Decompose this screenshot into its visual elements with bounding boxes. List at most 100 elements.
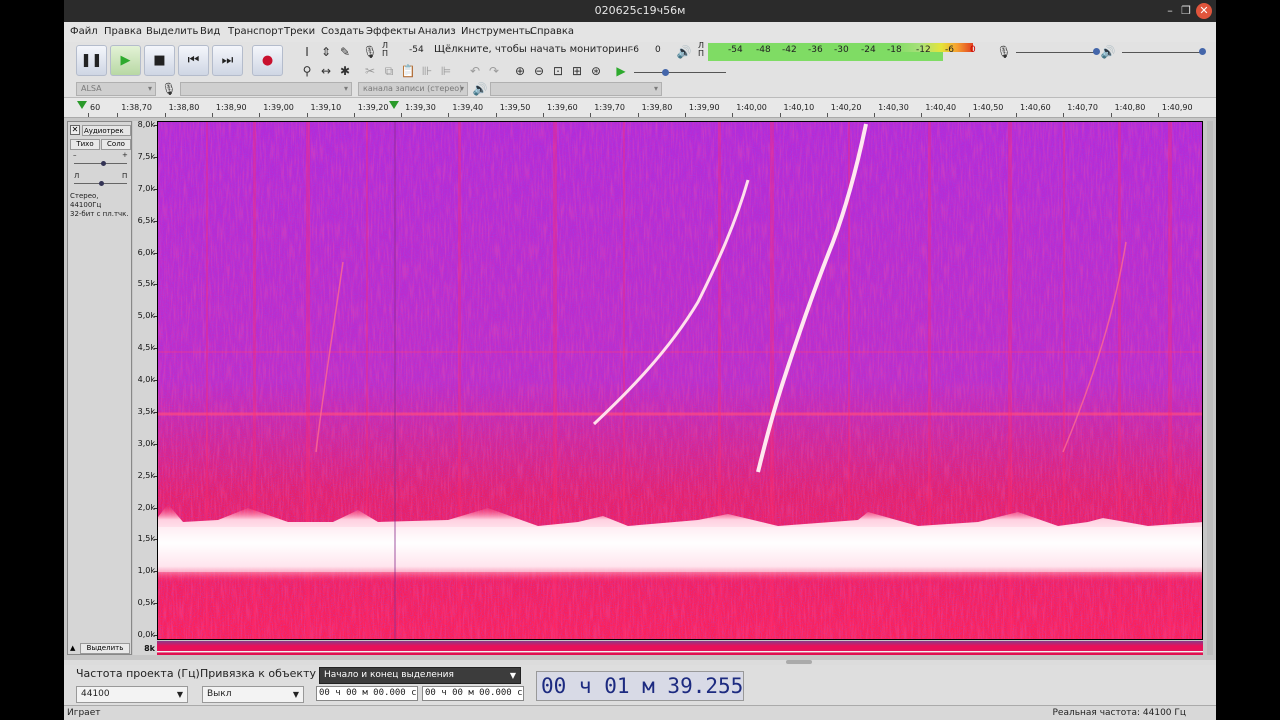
- ruler-tick-line: [259, 113, 261, 117]
- mute-button[interactable]: Тихо: [70, 139, 100, 150]
- minimize-button[interactable]: –: [1162, 3, 1178, 19]
- menu-generate[interactable]: Создать: [321, 26, 364, 37]
- select-track-button[interactable]: Выделить: [80, 643, 130, 654]
- snap-to-label: Привязка к объекту: [200, 667, 316, 680]
- pan-left-label: Л: [74, 172, 80, 180]
- skip-to-end-button[interactable]: ⏭: [212, 45, 243, 76]
- selection-end-field[interactable]: 00 ч 00 м 00.000 с: [422, 686, 524, 701]
- zoom-in-icon[interactable]: ⊕: [512, 63, 528, 79]
- ruler-tick-line: [1157, 113, 1159, 117]
- undo-icon[interactable]: ↶: [467, 63, 483, 79]
- selection-mode-value: Начало и конец выделения: [324, 670, 454, 680]
- selection-mode-select[interactable]: Начало и конец выделения ▼: [319, 667, 521, 684]
- selection-tool-icon[interactable]: I: [299, 44, 315, 60]
- ruler-tick-label: 1:39,90: [688, 103, 720, 112]
- solo-button[interactable]: Соло: [101, 139, 131, 150]
- close-button[interactable]: ✕: [1196, 3, 1212, 19]
- record-button[interactable]: ●: [252, 45, 283, 76]
- playback-tick-36: -36: [808, 45, 823, 55]
- audio-host-select[interactable]: ALSA ▾: [76, 82, 156, 96]
- ruler-tick-line: [495, 113, 497, 117]
- stop-button[interactable]: ■: [144, 45, 175, 76]
- menu-help[interactable]: Справка: [530, 26, 574, 37]
- ruler-tick-line: [401, 113, 403, 117]
- frequency-tick-label: 3,5k: [137, 406, 155, 416]
- playback-meter-bottom[interactable]: [708, 52, 943, 61]
- play-speed-knob[interactable]: [662, 69, 669, 76]
- track-control-panel: ✕ Аудиотрек Тихо Соло – + Л П Стерео, 44…: [67, 121, 132, 655]
- zoom-toggle-icon[interactable]: ⊛: [588, 63, 604, 79]
- gain-slider[interactable]: [74, 161, 127, 166]
- play-at-speed-icon[interactable]: ▶: [613, 63, 629, 79]
- trim-icon[interactable]: ⊪: [419, 63, 435, 79]
- project-rate-select[interactable]: 44100 ▼: [76, 686, 188, 703]
- ruler-tick-label: 1:39,20: [357, 103, 389, 112]
- play-region-start-marker[interactable]: [77, 101, 87, 109]
- vertical-scrollbar[interactable]: [1207, 121, 1213, 655]
- skip-to-start-button[interactable]: ⏮: [178, 45, 209, 76]
- collapse-track-icon[interactable]: ▲: [70, 644, 75, 652]
- cut-icon[interactable]: ✂: [362, 63, 378, 79]
- paste-icon[interactable]: 📋: [400, 63, 416, 79]
- recording-device-select[interactable]: ▾: [180, 82, 352, 96]
- playback-volume-slider[interactable]: [1122, 52, 1204, 53]
- menu-effects[interactable]: Эффекты: [366, 26, 416, 37]
- fit-selection-icon[interactable]: ⊡: [550, 63, 566, 79]
- menu-tracks[interactable]: Треки: [284, 26, 315, 37]
- menu-tools[interactable]: Инструменты: [461, 26, 533, 37]
- ruler-tick-line: [353, 113, 355, 117]
- recording-channels-select[interactable]: канала записи (стерео) ▾: [358, 82, 468, 96]
- playhead-marker[interactable]: [389, 101, 399, 109]
- copy-icon[interactable]: ⧉: [381, 63, 397, 79]
- playback-speaker-icon[interactable]: 🔊: [676, 44, 692, 60]
- menu-view[interactable]: Вид: [200, 26, 220, 37]
- play-button[interactable]: ▶: [110, 45, 141, 76]
- monitor-prompt[interactable]: Щёлкните, чтобы начать мониторинг: [434, 44, 633, 55]
- redo-icon[interactable]: ↷: [486, 63, 502, 79]
- menu-analyze[interactable]: Анализ: [418, 26, 456, 37]
- record-volume-slider[interactable]: [1016, 52, 1098, 53]
- playback-device-select[interactable]: ▾: [490, 82, 662, 96]
- timeline-ruler[interactable]: 60 1:38,70 1:38,80 1:38,90 1:39,00 1:39,10 1:3…: [64, 98, 1216, 118]
- status-state: Играет: [67, 708, 101, 718]
- audio-host-value: ALSA: [81, 84, 102, 93]
- recording-channels-value: канала записи (стерео): [363, 84, 463, 93]
- envelope-tool-icon[interactable]: ⇕: [318, 44, 334, 60]
- zoom-out-icon[interactable]: ⊖: [531, 63, 547, 79]
- project-rate-label: Частота проекта (Гц): [76, 667, 200, 680]
- ruler-tick-line: [211, 113, 213, 117]
- maximize-button[interactable]: ❐: [1178, 3, 1194, 19]
- playback-volume-speaker-icon: 🔊: [1100, 45, 1116, 59]
- ruler-tick-label: 1:40,20: [830, 103, 862, 112]
- pan-slider[interactable]: [74, 181, 127, 186]
- play-speed-slider[interactable]: [634, 72, 726, 73]
- draw-tool-icon[interactable]: ✎: [337, 44, 353, 60]
- ruler-tick-label: 1:38,80: [168, 103, 200, 112]
- ruler-tick-label: 1:39,50: [499, 103, 531, 112]
- spectrogram-view[interactable]: [157, 121, 1203, 640]
- audio-position-display[interactable]: 00 ч 01 м 39.255 с: [536, 671, 744, 701]
- selection-start-field[interactable]: 00 ч 00 м 00.000 с: [316, 686, 418, 701]
- menu-transport[interactable]: Транспорт: [228, 26, 283, 37]
- silence-icon[interactable]: ⊫: [438, 63, 454, 79]
- multi-tool-icon[interactable]: ✱: [337, 63, 353, 79]
- zoom-tool-icon[interactable]: ⚲: [299, 63, 315, 79]
- track-close-icon[interactable]: ✕: [70, 125, 80, 135]
- ruler-tick-label: 60: [90, 103, 101, 112]
- track-name-menu[interactable]: Аудиотрек: [82, 125, 131, 136]
- recording-device-mic-icon: 🎙: [161, 82, 177, 96]
- pan-knob[interactable]: [98, 181, 104, 186]
- menu-select[interactable]: Выделить: [146, 26, 198, 37]
- menu-file[interactable]: Файл: [70, 26, 98, 37]
- record-volume-knob[interactable]: [1093, 48, 1100, 55]
- snap-to-select[interactable]: Выкл ▼: [202, 686, 304, 703]
- playback-volume-knob[interactable]: [1199, 48, 1206, 55]
- resize-grip[interactable]: [786, 660, 812, 664]
- fit-project-icon[interactable]: ⊞: [569, 63, 585, 79]
- gain-knob[interactable]: [101, 161, 107, 166]
- pause-button[interactable]: ❚❚: [76, 45, 107, 76]
- menu-edit[interactable]: Правка: [104, 26, 142, 37]
- record-meter-mic-icon[interactable]: 🎙: [362, 44, 378, 60]
- frequency-scale[interactable]: 8k 8,0k 7,5k 7,0k 6,5k 6,0k 5,5k 5,0k 4,5k 4,0k 3…: [133, 120, 157, 655]
- timeshift-tool-icon[interactable]: ↔: [318, 63, 334, 79]
